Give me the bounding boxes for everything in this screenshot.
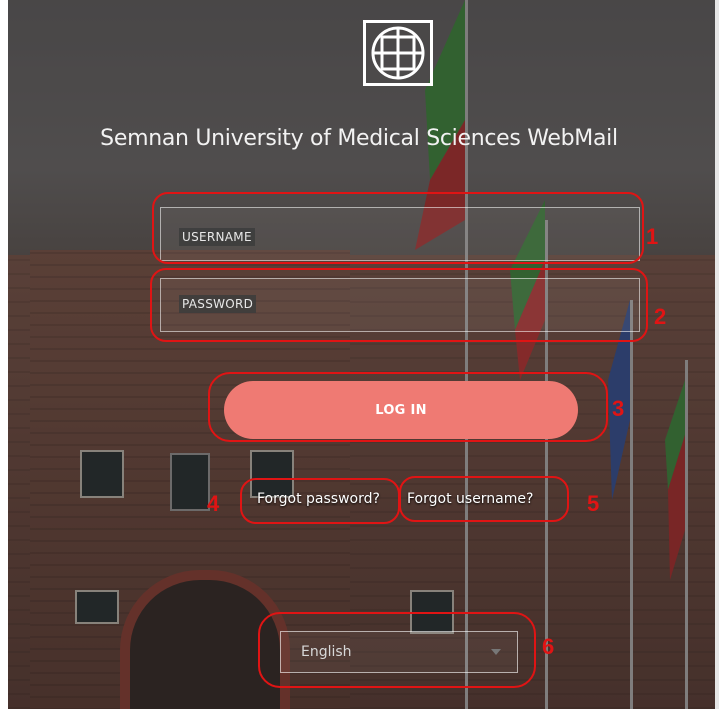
annotation-number: 1 — [646, 224, 659, 249]
annotation-number: 5 — [587, 491, 600, 516]
university-emblem-icon — [363, 20, 433, 86]
page-title: Semnan University of Medical Sciences We… — [100, 126, 618, 151]
annotation-box-password — [150, 268, 648, 342]
annotation-number: 4 — [207, 491, 220, 516]
background-photo — [0, 0, 719, 709]
annotation-box-login — [208, 372, 608, 442]
dark-overlay — [0, 0, 719, 709]
annotation-box-username — [152, 192, 644, 264]
right-edge — [715, 0, 719, 709]
annotation-box-language — [258, 612, 536, 688]
annotation-box-forgot-password — [240, 478, 400, 524]
annotation-number: 3 — [612, 396, 625, 421]
left-edge — [0, 0, 8, 709]
annotation-number: 6 — [542, 634, 555, 659]
annotation-box-forgot-username — [399, 476, 569, 522]
annotation-number: 2 — [654, 304, 667, 329]
